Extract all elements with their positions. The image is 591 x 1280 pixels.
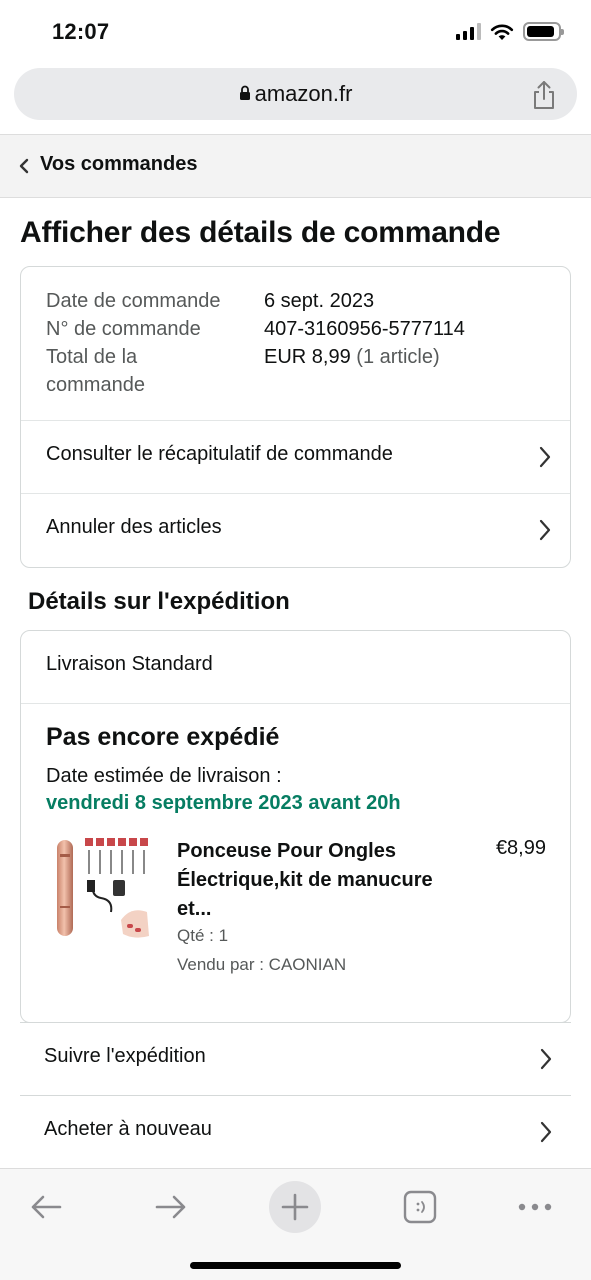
back-arrow-icon <box>31 1195 62 1219</box>
delivery-estimate-label: Date estimée de livraison : <box>46 765 282 787</box>
url-display[interactable]: amazon.fr <box>14 81 577 107</box>
new-tab-plus-icon <box>281 1193 309 1221</box>
lock-icon <box>239 85 250 101</box>
order-date-label: Date de commande <box>46 290 221 312</box>
status-time: 12:07 <box>52 19 110 44</box>
page-title: Afficher des détails de commande <box>20 216 501 249</box>
home-indicator[interactable] <box>190 1262 401 1269</box>
cancel-items-label: Annuler des articles <box>46 516 222 538</box>
order-date-row: Date de commande 6 sept. 2023 <box>46 287 465 315</box>
order-total-row: Total de la commande EUR 8,99 (1 article… <box>46 343 465 399</box>
order-total-label: Total de la commande <box>46 346 145 396</box>
status-bar: 12:07 <box>0 0 591 62</box>
view-order-summary-link[interactable]: Consulter le récapitulatif de commande <box>21 420 570 493</box>
wifi-icon <box>490 24 514 40</box>
product-title-link[interactable]: Ponceuse Pour Ongles Électrique,kit de m… <box>177 837 447 924</box>
order-number-label: N° de commande <box>46 318 201 340</box>
buy-again-link[interactable]: Acheter à nouveau <box>20 1095 571 1168</box>
view-order-summary-label: Consulter le récapitulatif de commande <box>46 443 393 465</box>
order-total-value: EUR 8,99 (1 article) <box>264 343 440 399</box>
order-info-table: Date de commande 6 sept. 2023 N° de comm… <box>46 287 465 399</box>
shipping-method: Livraison Standard <box>46 653 213 675</box>
order-total-amount: EUR 8,99 <box>264 346 351 368</box>
back-button[interactable] <box>18 1181 74 1233</box>
battery-fill <box>527 26 554 37</box>
track-shipment-label: Suivre l'expédition <box>44 1045 206 1067</box>
back-to-orders-link[interactable]: Vos commandes <box>0 134 591 198</box>
product-quantity: Qté : 1 <box>177 926 229 945</box>
forward-arrow-icon <box>155 1195 186 1219</box>
chevron-right-icon <box>540 1121 552 1143</box>
order-summary-card: Date de commande 6 sept. 2023 N° de comm… <box>20 266 571 568</box>
url-text: amazon.fr <box>254 81 353 106</box>
battery-icon <box>523 22 564 41</box>
chevron-right-icon <box>539 519 551 541</box>
order-item-count: (1 article) <box>356 346 440 368</box>
chevron-left-icon <box>19 158 29 174</box>
share-icon[interactable] <box>531 80 557 110</box>
order-date-value: 6 sept. 2023 <box>264 290 375 312</box>
shipment-card: Livraison Standard Pas encore expédié Da… <box>20 630 571 1023</box>
product-image[interactable] <box>51 836 155 944</box>
tabs-button[interactable] <box>392 1181 448 1233</box>
more-icon <box>518 1203 552 1211</box>
divider <box>21 703 570 704</box>
chevron-right-icon <box>540 1048 552 1070</box>
shipment-status: Pas encore expédié <box>46 723 280 751</box>
new-tab-button[interactable] <box>269 1181 321 1233</box>
cellular-signal-icon <box>456 23 481 40</box>
status-icons <box>456 22 564 41</box>
cancel-items-link[interactable]: Annuler des articles <box>21 493 570 566</box>
buy-again-label: Acheter à nouveau <box>44 1118 212 1140</box>
back-link-label: Vos commandes <box>40 153 198 175</box>
tabs-icon <box>403 1190 437 1224</box>
order-number-row: N° de commande 407-3160956-5777114 <box>46 315 465 343</box>
delivery-estimate-date: vendredi 8 septembre 2023 avant 20h <box>46 792 401 814</box>
product-price: €8,99 <box>495 837 546 859</box>
more-button[interactable] <box>507 1181 563 1233</box>
order-number-value: 407-3160956-5777114 <box>264 318 465 340</box>
chevron-right-icon <box>539 446 551 468</box>
forward-button[interactable] <box>143 1181 199 1233</box>
track-shipment-link[interactable]: Suivre l'expédition <box>20 1022 571 1095</box>
shipment-section-title: Détails sur l'expédition <box>28 588 290 615</box>
address-bar[interactable]: amazon.fr <box>14 68 577 120</box>
product-seller: Vendu par : CAONIAN <box>177 955 347 974</box>
